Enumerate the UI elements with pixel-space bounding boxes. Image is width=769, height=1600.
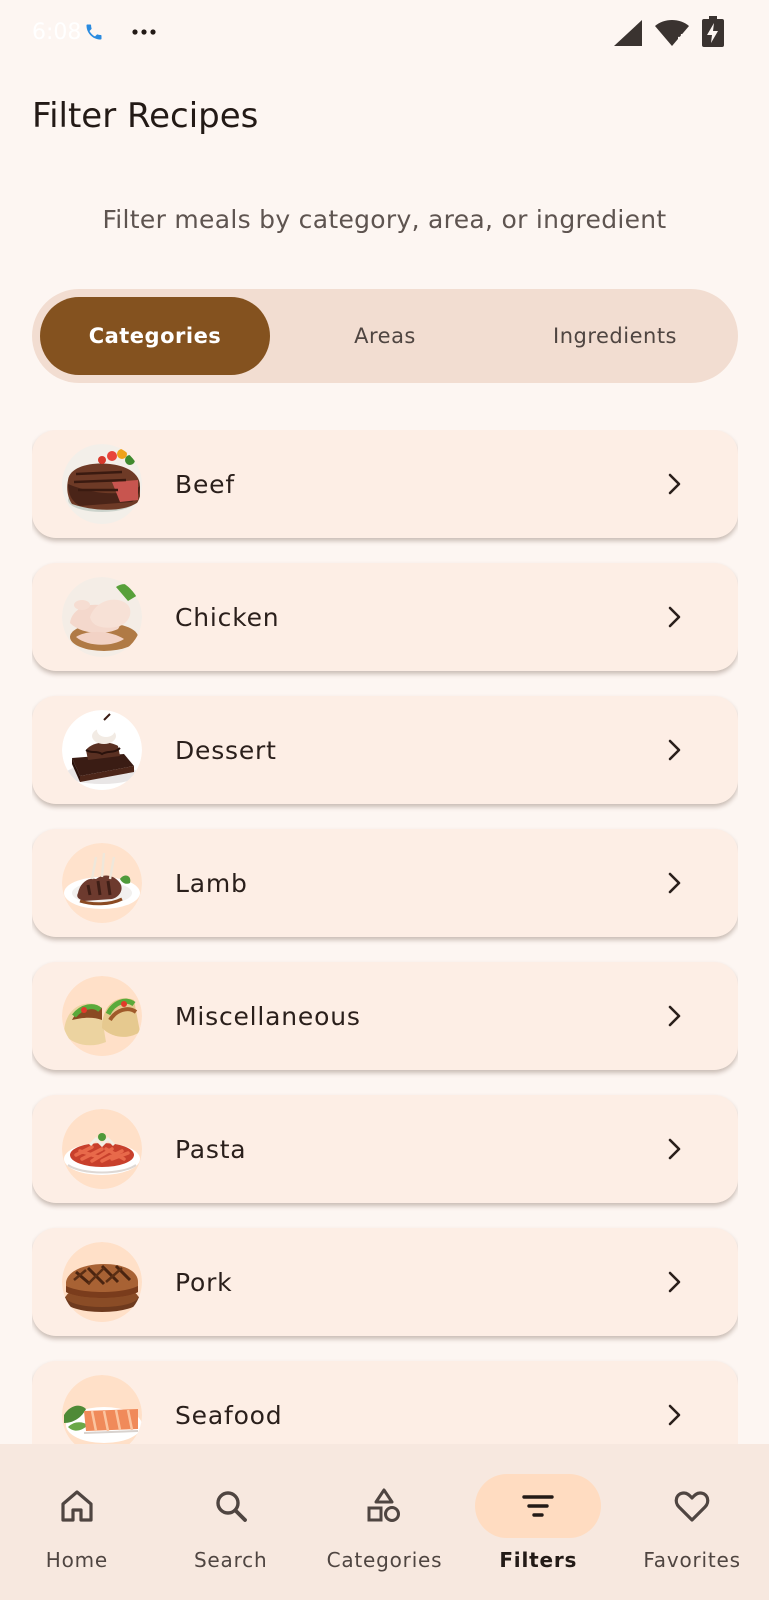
nav-label: Favorites [643,1548,741,1572]
call-icon [86,24,102,40]
chevron-right-icon [668,1271,681,1293]
page-subtitle: Filter meals by category, area, or ingre… [102,205,667,234]
chevron-right-icon [668,1005,681,1027]
tab-ingredients[interactable]: Ingredients [500,297,730,375]
nav-item-search[interactable]: Search [154,1444,308,1600]
category-item-miscellaneous[interactable]: Miscellaneous [32,962,738,1070]
tab-categories[interactable]: Categories [40,297,270,375]
category-item-seafood[interactable]: Seafood [32,1361,738,1444]
chevron-right-icon [668,739,681,761]
nav-pill [14,1474,140,1538]
tacos-image [62,976,142,1056]
nav-label: Home [45,1548,109,1572]
category-label: Dessert [175,735,277,765]
nav-pill [168,1474,294,1538]
signal-icon [614,20,642,46]
category-label: Pork [175,1267,233,1297]
status-time: 6:08 [32,20,82,45]
shapes-icon [367,1488,401,1522]
nav-item-favorites[interactable]: Favorites [615,1444,769,1600]
nav-pill [321,1474,447,1538]
category-label: Beef [175,469,235,499]
category-label: Seafood [175,1400,283,1430]
category-list: Beef Chicken Dessert Lamb Miscellaneous … [32,430,738,1444]
status-bar: 6:08 [0,0,769,64]
bottom-navigation: Home Search Categories Filters Favorites [0,1444,769,1600]
home-icon [61,1490,93,1522]
chevron-right-icon [668,1138,681,1160]
raw-chicken-image [62,577,142,657]
category-item-pasta[interactable]: Pasta [32,1095,738,1203]
salmon-plate-image [62,1375,142,1444]
page-title: Filter Recipes [32,96,259,136]
wifi-icon [655,20,689,46]
category-label: Chicken [175,602,280,632]
heart-icon [674,1491,710,1522]
nav-pill [475,1474,602,1538]
category-item-dessert[interactable]: Dessert [32,696,738,804]
category-label: Lamb [175,868,248,898]
category-item-beef[interactable]: Beef [32,430,738,538]
nav-item-categories[interactable]: Categories [308,1444,462,1600]
tab-areas[interactable]: Areas [270,297,500,375]
lamb-chops-image [62,843,142,923]
search-icon [215,1491,247,1522]
category-item-pork[interactable]: Pork [32,1228,738,1336]
filter-icon [522,1495,554,1517]
chevron-right-icon [668,1404,681,1426]
more-dots-icon [132,29,156,35]
category-item-lamb[interactable]: Lamb [32,829,738,937]
filter-screen: 6:08 Filter Recipes Filter meals by cate… [0,0,769,1600]
filter-type-tabs: Categories Areas Ingredients [32,289,738,383]
chevron-right-icon [668,473,681,495]
chevron-right-icon [668,606,681,628]
nav-pill [629,1474,755,1538]
pasta-bowl-image [62,1109,142,1189]
battery-charging-icon [702,16,724,47]
category-label: Pasta [175,1134,247,1164]
nav-label: Filters [499,1548,578,1572]
pork-steak-image [62,1242,142,1322]
nav-label: Categories [326,1548,443,1572]
nav-item-home[interactable]: Home [0,1444,154,1600]
chocolate-cake-image [62,710,142,790]
nav-item-filters[interactable]: Filters [461,1444,615,1600]
category-item-chicken[interactable]: Chicken [32,563,738,671]
chevron-right-icon [668,872,681,894]
beef-steak-image [62,444,142,524]
category-label: Miscellaneous [175,1001,361,1031]
nav-label: Search [193,1548,268,1572]
